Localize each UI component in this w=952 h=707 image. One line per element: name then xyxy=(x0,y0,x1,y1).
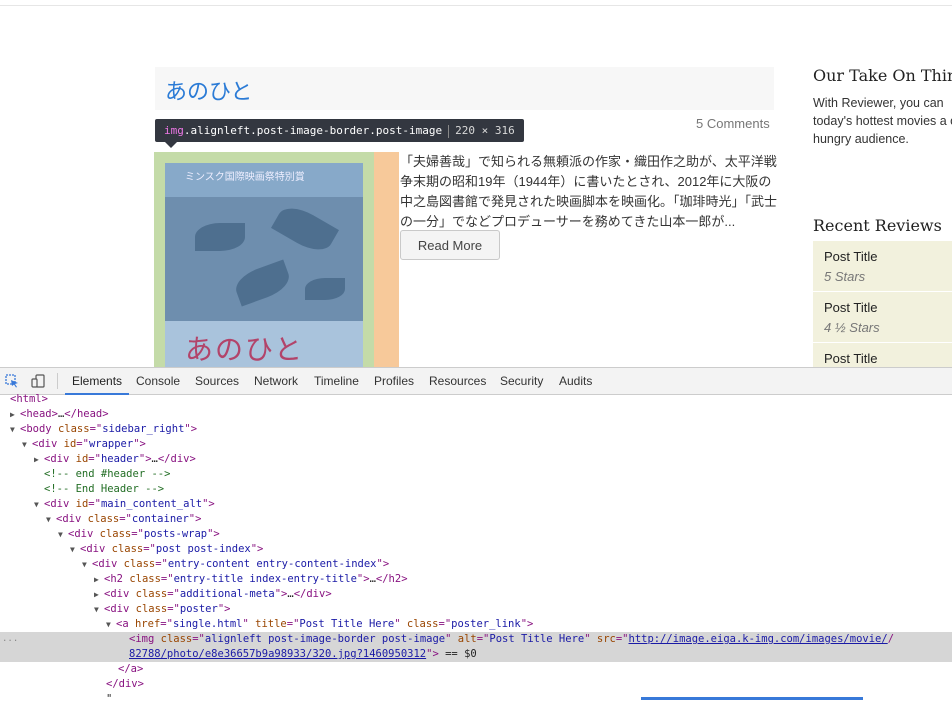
inspect-element-icon[interactable] xyxy=(5,374,19,388)
tab-network[interactable]: Network xyxy=(254,368,298,394)
collapse-triangle-icon[interactable]: ▼ xyxy=(58,527,68,542)
dom-node-container[interactable]: ▼ <div class="container"> xyxy=(0,512,952,527)
sidebar-about-heading: Our Take On Thing xyxy=(813,66,952,85)
sidebar-about-text: With Reviewer, you can today's hottest m… xyxy=(813,96,952,146)
img-src-link[interactable]: http://image.eiga.k-img.com/images/movie… xyxy=(629,633,888,645)
comments-link[interactable]: 5 Comments xyxy=(696,116,770,131)
poster-band-text: ミンスク国際映画祭特別賞 xyxy=(185,172,305,183)
post-excerpt: 「夫婦善哉」で知られる無頼派の作家・織田作之助が、太平洋戦争末期の昭和19年（1… xyxy=(400,154,778,229)
expand-triangle-icon[interactable]: ▶ xyxy=(34,452,44,467)
review-title[interactable]: Post Title xyxy=(824,300,877,315)
tab-sources[interactable]: Sources xyxy=(195,368,239,394)
dom-close-div[interactable]: </div> xyxy=(0,677,952,692)
tab-profiles[interactable]: Profiles xyxy=(374,368,414,394)
tab-console[interactable]: Console xyxy=(136,368,180,394)
dom-node-entry-content[interactable]: ▼ <div class="entry-content entry-content… xyxy=(0,557,952,572)
dom-node-img-selected[interactable]: ... <img class="alignleft post-image-bor… xyxy=(0,632,952,662)
poster-leaf xyxy=(305,278,345,300)
dom-node-main-content[interactable]: ▼ <div id="main_content_alt"> xyxy=(0,497,952,512)
img-src-link-cont[interactable]: 82788/photo/e8e36657b9a98933/320.jpg?146… xyxy=(129,648,426,660)
review-stars: 5 Stars xyxy=(824,269,866,284)
dom-node-posts-wrap[interactable]: ▼ <div class="posts-wrap"> xyxy=(0,527,952,542)
tooltip-classes: .alignleft.post-image-border.post-image xyxy=(183,124,443,137)
dom-node-h2[interactable]: ▶ <h2 class="entry-title index-entry-titl… xyxy=(0,572,952,587)
dom-node-additional-meta[interactable]: ▶ <div class="additional-meta">…</div> xyxy=(0,587,952,602)
dom-node-header[interactable]: ▶ <div id="header">…</div> xyxy=(0,452,952,467)
expand-triangle-icon[interactable]: ▶ xyxy=(94,572,104,587)
poster-leaf xyxy=(231,259,294,307)
dom-node-poster[interactable]: ▼ <div class="poster"> xyxy=(0,602,952,617)
dom-comment[interactable]: <!-- End Header --> xyxy=(0,482,952,497)
tooltip-arrow xyxy=(165,142,177,148)
poster-leaf xyxy=(271,200,339,258)
expand-triangle-icon[interactable]: ▶ xyxy=(94,587,104,602)
collapse-triangle-icon[interactable]: ▼ xyxy=(46,512,56,527)
selection-gutter: ... xyxy=(2,634,19,644)
collapse-triangle-icon[interactable]: ▼ xyxy=(34,497,44,512)
tab-timeline[interactable]: Timeline xyxy=(314,368,359,394)
review-item[interactable]: Post Title xyxy=(813,343,952,368)
review-item[interactable]: Post Title 5 Stars xyxy=(813,241,952,291)
dom-node-head[interactable]: ▶ <head>…</head> xyxy=(0,407,952,422)
expand-triangle-icon[interactable]: ▶ xyxy=(10,407,20,422)
review-title[interactable]: Post Title xyxy=(824,351,877,366)
device-mode-icon[interactable] xyxy=(31,374,45,388)
collapse-triangle-icon[interactable]: ▼ xyxy=(10,422,20,437)
dom-comment[interactable]: <!-- end #header --> xyxy=(0,467,952,482)
devtools-panel: Elements Console Sources Network Timelin… xyxy=(0,367,952,705)
sidebar-recent-heading: Recent Reviews xyxy=(813,216,942,235)
tab-security[interactable]: Security xyxy=(500,368,543,394)
dom-node-html[interactable]: <html> xyxy=(0,392,952,407)
poster-leaf xyxy=(195,223,245,251)
review-title[interactable]: Post Title xyxy=(824,249,877,264)
poster-script-title: あのひと xyxy=(185,333,305,366)
dom-node-wrapper[interactable]: ▼ <div id="wrapper"> xyxy=(0,437,952,452)
tab-elements[interactable]: Elements xyxy=(64,368,130,395)
devtools-toolbar-divider xyxy=(57,373,58,389)
top-divider xyxy=(0,5,952,6)
collapse-triangle-icon[interactable]: ▼ xyxy=(70,542,80,557)
post-title[interactable]: あのひと xyxy=(165,74,252,106)
dom-node-post[interactable]: ▼ <div class="post post-index"> xyxy=(0,542,952,557)
collapse-triangle-icon[interactable]: ▼ xyxy=(106,617,116,632)
read-more-button[interactable]: Read More xyxy=(400,230,500,260)
tab-audits[interactable]: Audits xyxy=(559,368,592,394)
dom-tree: <html> ▶ <head>…</head> ▼ <body class="sid… xyxy=(0,392,952,705)
dom-node-body[interactable]: ▼ <body class="sidebar_right"> xyxy=(0,422,952,437)
dom-close-a[interactable]: </a> xyxy=(0,662,952,677)
collapse-triangle-icon[interactable]: ▼ xyxy=(82,557,92,572)
collapse-triangle-icon[interactable]: ▼ xyxy=(94,602,104,617)
tab-resources[interactable]: Resources xyxy=(429,368,486,394)
review-stars: 4 ½ Stars xyxy=(824,320,880,335)
collapse-triangle-icon[interactable]: ▼ xyxy=(22,437,32,452)
inspector-tooltip: img.alignleft.post-image-border.post-ima… xyxy=(155,119,524,142)
tooltip-size: 220 × 316 xyxy=(455,124,515,137)
tooltip-separator xyxy=(448,124,450,138)
review-item[interactable]: Post Title 4 ½ Stars xyxy=(813,292,952,342)
post-poster-image[interactable]: ミンスク国際映画祭特別賞 あのひと xyxy=(165,163,363,368)
dom-node-poster-link[interactable]: ▼ <a href="single.html" title="Post Title… xyxy=(0,617,952,632)
devtools-tab-bar: Elements Console Sources Network Timelin… xyxy=(0,368,952,395)
tooltip-tag: img xyxy=(164,124,184,137)
